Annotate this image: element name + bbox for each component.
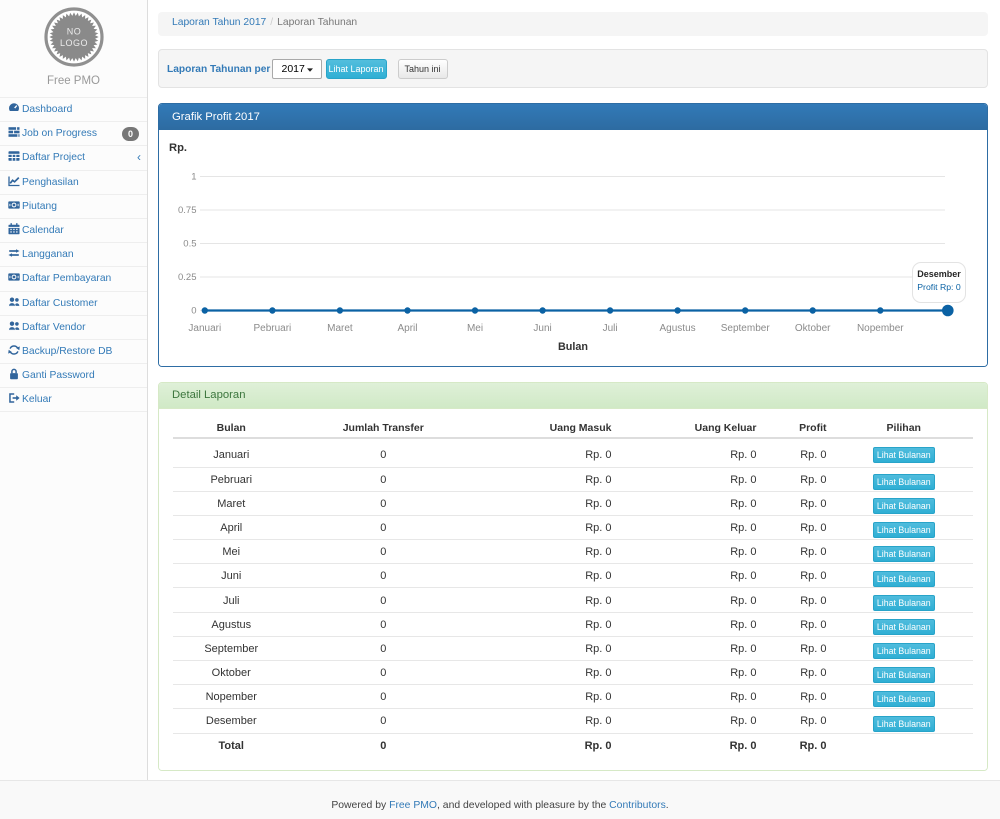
svg-text:0.5: 0.5 xyxy=(183,239,196,250)
svg-text:Juli: Juli xyxy=(603,323,618,334)
svg-text:0.75: 0.75 xyxy=(178,205,197,216)
svg-text:0.25: 0.25 xyxy=(178,272,197,283)
svg-text:April: April xyxy=(397,323,417,334)
svg-text:Mei: Mei xyxy=(467,323,483,334)
svg-text:Maret: Maret xyxy=(327,323,353,334)
svg-text:Pebruari: Pebruari xyxy=(253,323,291,334)
svg-text:Juni: Juni xyxy=(533,323,551,334)
svg-text:LOGO: LOGO xyxy=(59,38,87,48)
svg-text:September: September xyxy=(721,323,771,334)
svg-text:Oktober: Oktober xyxy=(795,323,831,334)
svg-text:Januari: Januari xyxy=(188,323,221,334)
svg-text:Agustus: Agustus xyxy=(660,323,696,334)
svg-text:Nopember: Nopember xyxy=(857,323,904,334)
svg-text:1: 1 xyxy=(191,172,196,183)
svg-text:0: 0 xyxy=(191,306,196,317)
svg-text:NO: NO xyxy=(66,27,81,37)
